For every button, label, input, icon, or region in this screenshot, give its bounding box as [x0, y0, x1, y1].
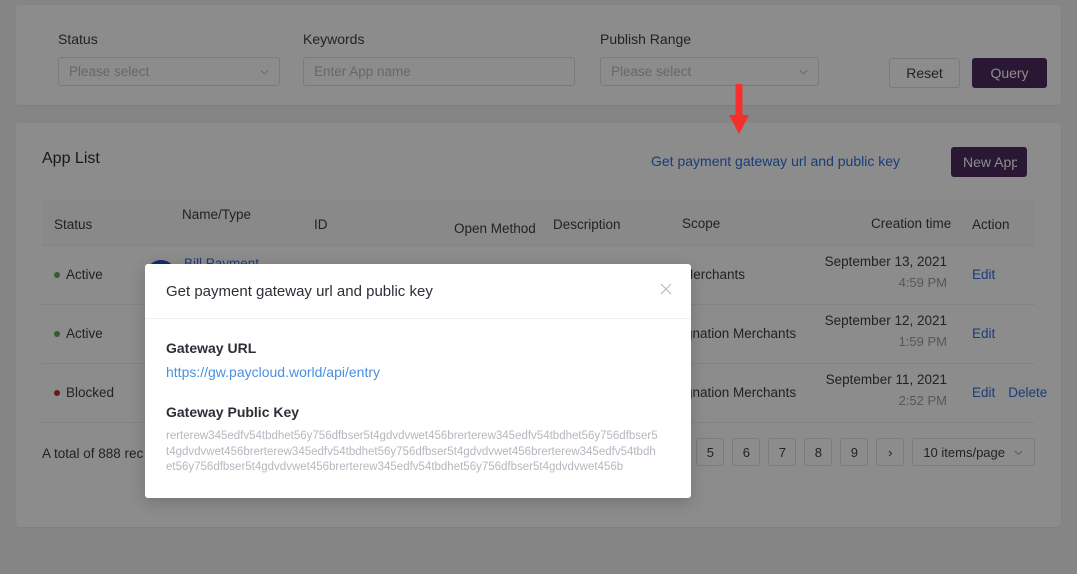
gateway-info-modal: Get payment gateway url and public key G… — [145, 264, 691, 498]
gateway-url-value[interactable]: https://gw.paycloud.world/api/entry — [166, 364, 670, 380]
close-icon[interactable] — [658, 281, 674, 297]
modal-header: Get payment gateway url and public key — [145, 264, 691, 319]
gateway-public-key-value: rerterew345edfv54tbdhet56y756dfbser5t4gd… — [166, 430, 658, 473]
modal-title: Get payment gateway url and public key — [166, 283, 433, 300]
gateway-url-label: Gateway URL — [166, 340, 257, 356]
gateway-public-key-label: Gateway Public Key — [166, 404, 300, 420]
annotation-arrow-icon — [726, 84, 752, 141]
modal-body: Gateway URL https://gw.paycloud.world/ap… — [145, 319, 691, 476]
